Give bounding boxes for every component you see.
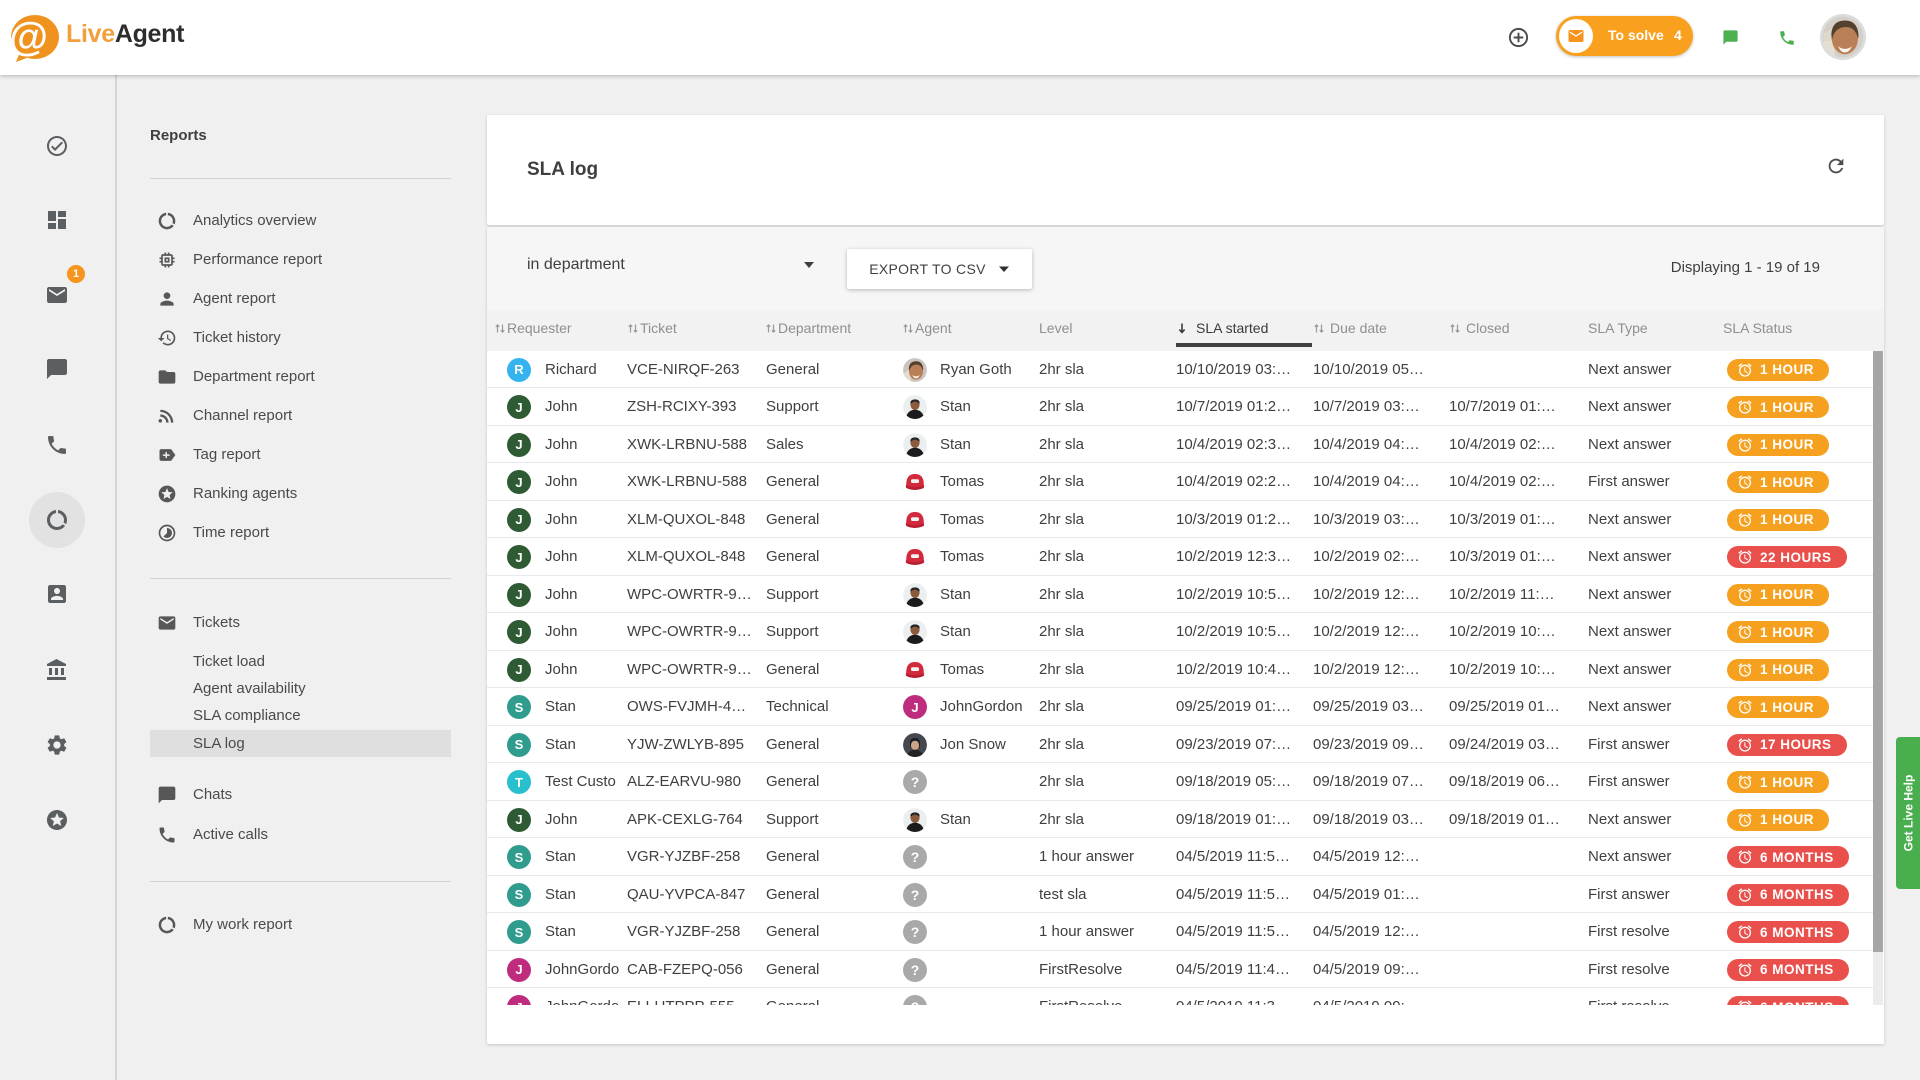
svg-text:@: @ bbox=[9, 15, 48, 59]
